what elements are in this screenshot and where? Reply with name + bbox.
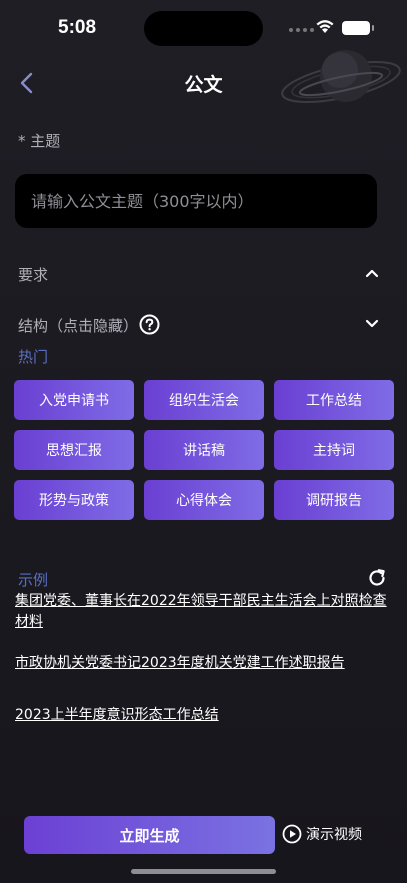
help-icon[interactable] <box>139 314 160 335</box>
hot-label: 热门 <box>18 348 49 366</box>
tag-button[interactable]: 主持词 <box>274 430 394 470</box>
wifi-icon <box>316 20 334 33</box>
signal-dots-icon <box>289 28 314 32</box>
generate-button[interactable]: 立即生成 <box>24 816 275 854</box>
tag-button[interactable]: 调研报告 <box>274 480 394 520</box>
requirements-label: 要求 <box>18 266 49 284</box>
hot-tags-grid: 入党申请书 组织生活会 工作总结 思想汇报 讲话稿 主持词 形势与政策 心得体会… <box>14 380 394 520</box>
dynamic-island <box>144 11 263 46</box>
example-link[interactable]: 市政协机关党委书记2023年度机关党建工作述职报告 <box>15 653 395 674</box>
tag-button[interactable]: 工作总结 <box>274 380 394 420</box>
page-title: 公文 <box>184 74 223 96</box>
refresh-icon[interactable] <box>366 567 388 589</box>
tag-button[interactable]: 入党申请书 <box>14 380 134 420</box>
structure-label[interactable]: 结构（点击隐藏） <box>18 315 138 336</box>
status-time: 5:08 <box>58 17 97 38</box>
tag-button[interactable]: 讲话稿 <box>144 430 264 470</box>
examples-label: 示例 <box>18 571 49 589</box>
demo-video-label: 演示视频 <box>306 827 362 843</box>
chevron-up-icon[interactable] <box>364 267 380 279</box>
battery-icon <box>342 21 374 35</box>
topic-input[interactable] <box>15 174 377 228</box>
home-indicator <box>131 869 276 874</box>
tag-button[interactable]: 形势与政策 <box>14 480 134 520</box>
example-link[interactable]: 2023上半年度意识形态工作总结 <box>15 705 395 726</box>
tag-button[interactable]: 组织生活会 <box>144 380 264 420</box>
play-icon <box>282 824 302 844</box>
chevron-down-icon[interactable] <box>364 318 380 330</box>
example-link[interactable]: 集团党委、董事长在2022年领导干部民主生活会上对照检查材料 <box>15 591 395 633</box>
tag-button[interactable]: 心得体会 <box>144 480 264 520</box>
tag-button[interactable]: 思想汇报 <box>14 430 134 470</box>
demo-video-button[interactable]: 演示视频 <box>282 824 362 844</box>
topic-label: * 主题 <box>18 132 61 150</box>
